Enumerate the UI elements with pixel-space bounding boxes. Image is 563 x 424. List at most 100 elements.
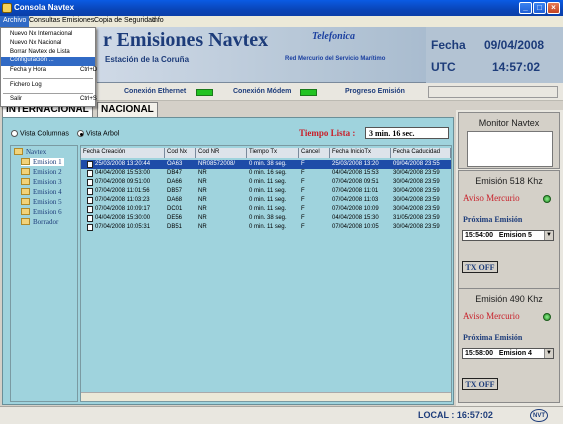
table-cell: 30/04/2008 23:59 [393,224,440,230]
table-cell: 04/04/2008 15:30 [332,215,379,221]
table-cell: F [301,170,305,176]
tree-node-emision-5[interactable]: Emision 5 [21,198,62,206]
title-bar: Consola Navtex _ □ × [0,0,563,16]
table-cell: NR [198,197,207,203]
tree-node-emision-1[interactable]: Emision 1 [21,158,64,166]
table-row[interactable]: 04/04/2008 15:53:00 DB47 NR 0 min. 16 seg. F… [81,169,451,178]
tree-node-emision-2[interactable]: Emision 2 [21,168,62,176]
table-cell: 07/04/2008 10:05 [332,224,379,230]
menu-archivo[interactable]: Archivo [0,16,30,27]
tree-node-emision-3[interactable]: Emision 3 [21,178,62,186]
menu-emisiones[interactable]: Emisiones [62,17,94,24]
tree-node-borrador[interactable]: Borrador [21,218,58,226]
tx-off-490-button[interactable]: TX OFF [462,378,498,390]
menu-fecha-hora[interactable]: Fecha y Hora Ctrl+D [10,67,97,73]
table-cell: NR [198,170,207,176]
col-fecha-creacion[interactable]: Fecha Creación [81,148,165,158]
table-cell: 0 min. 11 seg. [249,179,287,185]
table-row[interactable]: 25/03/2008 13:20:44 OA63 NR08572008/0 min.… [81,160,451,169]
col-cancel[interactable]: Cancel [299,148,330,158]
close-button[interactable]: × [547,2,560,14]
document-icon [87,215,93,222]
table-cell: F [301,215,305,221]
col-fecha-caducidad[interactable]: Fecha Caducidad [391,148,451,158]
folder-icon [21,198,30,205]
tx-off-518-button[interactable]: TX OFF [462,261,498,273]
menu-configuracion[interactable]: Configuracion ... [1,57,95,66]
table-row[interactable]: 07/04/2008 11:03:23 DA68 NR 0 min. 11 seg. F… [81,196,451,205]
table-row[interactable]: 04/04/2008 15:30:00 DE56 NR 0 min. 38 seg. F… [81,214,451,223]
table-cell: F [301,161,305,167]
folder-icon [21,178,30,185]
col-cod-nx[interactable]: Cod Nx [165,148,196,158]
menu-borrar-navtex[interactable]: Borrar Navtex de Lista [10,49,70,55]
utc-label: UTC [431,60,456,74]
menu-fichero-log[interactable]: Fichero Log [10,82,42,88]
col-fecha-inicio[interactable]: Fecha InicioTx [330,148,391,158]
tree-root[interactable]: Navtex [14,148,46,156]
table-cell: 07/04/2008 11:01:56 [95,188,150,194]
tree-node-emision-6[interactable]: Emision 6 [21,208,62,216]
table-cell: 30/04/2008 23:59 [393,188,440,194]
table-cell: F [301,206,305,212]
col-cod-nr[interactable]: Cod NR [196,148,247,158]
table-cell: 07/04/2008 10:09:17 [95,206,151,212]
emision-490-title: Emisión 490 Khz [475,294,543,304]
progreso-label: Progreso Emisión [345,88,405,95]
table-row[interactable]: 07/04/2008 10:09:17 DC01 NR 0 min. 11 seg. F… [81,205,451,214]
table-cell: 07/04/2008 09:51 [332,179,379,185]
maximize-button[interactable]: □ [533,2,546,14]
tiempo-lista-value: 3 min. 16 sec. [365,127,449,139]
archivo-dropdown: Nuevo Nx Internacional Nuevo Nx Nacional… [0,27,97,107]
window-title: Consola Navtex [14,3,75,12]
menu-info[interactable]: Info [152,17,164,24]
document-icon [87,179,93,186]
chevron-down-icon: ▼ [544,231,553,240]
proxima-emision-490-label: Próxima Emisión [463,333,523,342]
header-banner: r Emisiones Navtex Estación de la Coruña… [97,27,426,83]
table-cell: 30/04/2008 23:59 [393,197,440,203]
proxima-emision-518-select[interactable]: 15:54:00 Emision 5 ▼ [462,230,554,241]
menubar: Archivo Consultas Emisiones Copia de Seg… [0,16,563,27]
ethernet-label: Conexión Ethernet [124,88,187,95]
document-icon [87,161,93,168]
table-cell: 30/04/2008 23:59 [393,170,440,176]
table-row[interactable]: 07/04/2008 11:01:56 DB57 NR 0 min. 11 seg. F… [81,187,451,196]
minimize-button[interactable]: _ [519,2,532,14]
proxima-emision-490-select[interactable]: 15:58:00 Emision 4 ▼ [462,348,554,359]
menu-nuevo-internacional[interactable]: Nuevo Nx Internacional [10,31,72,37]
col-tiempo-tx[interactable]: Tiempo Tx [247,148,299,158]
chevron-down-icon: ▼ [544,349,553,358]
modem-label: Conexión Módem [233,88,292,95]
radio-vista-columnas[interactable]: Vista Columnas [11,130,69,137]
table-cell: NR [198,179,207,185]
emision-518-box: Emisión 518 Khz Aviso Mercurio Próxima E… [458,170,560,289]
horizontal-scrollbar[interactable] [81,392,451,401]
utc-value: 14:57:02 [492,60,541,74]
date-panel: Fecha 09/04/2008 UTC 14:57:02 [426,27,563,83]
table-cell: DB57 [167,188,183,194]
radio-vista-arbol[interactable]: Vista Arbol [77,130,119,137]
table-cell: 09/04/2008 23:55 [393,161,440,167]
tree-node-emision-4[interactable]: Emision 4 [21,188,62,196]
table-row[interactable]: 07/04/2008 09:51:00 DA66 NR 0 min. 11 seg. F… [81,178,451,187]
table-cell: 04/04/2008 15:53:00 [95,170,151,176]
folder-open-icon [21,158,30,165]
menu-nuevo-nacional[interactable]: Nuevo Nx Nacional [10,40,61,46]
menu-salir[interactable]: Salir Ctrl+S [10,96,97,102]
table-cell: 0 min. 11 seg. [249,197,287,203]
folder-icon [21,218,30,225]
telefonica-logo: Telefonica [312,31,355,42]
table-cell: 30/04/2008 23:59 [393,206,440,212]
table-row[interactable]: 07/04/2008 10:05:31 DB51 NR 0 min. 11 seg. F… [81,223,451,232]
table-cell: 0 min. 11 seg. [249,206,287,212]
radio-circle [11,130,18,137]
menu-consultas[interactable]: Consultas [29,17,60,24]
table-cell: 07/04/2008 11:01 [332,188,379,194]
aviso-led-518 [543,195,551,203]
menu-copia-seguridad[interactable]: Copia de Seguridad [94,17,156,24]
document-icon [87,224,93,231]
table-cell: 07/04/2008 10:09 [332,206,379,212]
tab-nacional[interactable]: NACIONAL [97,102,158,117]
progress-bar [428,86,558,98]
